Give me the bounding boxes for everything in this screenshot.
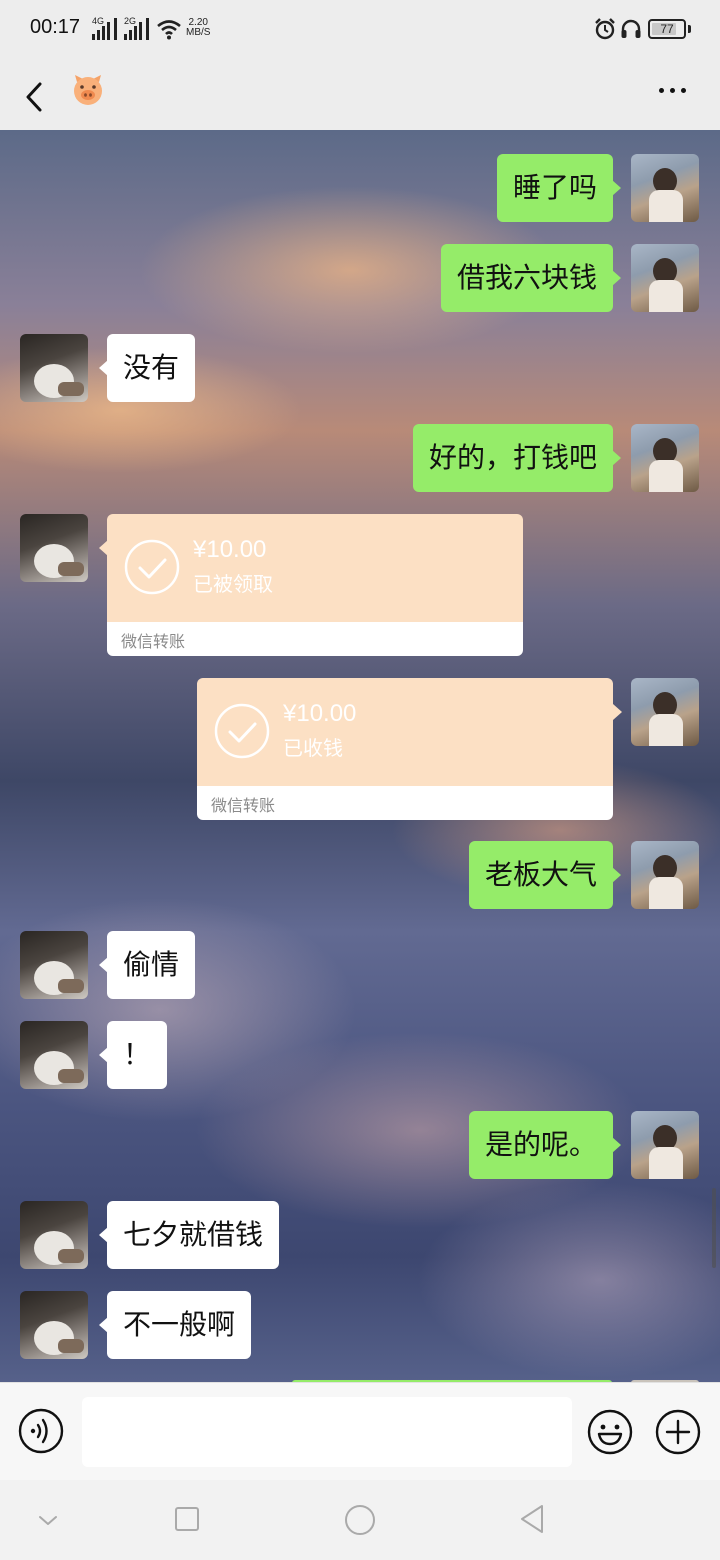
contact-message-bubble[interactable]: ！ bbox=[98, 1021, 168, 1089]
contact-avatar[interactable] bbox=[20, 514, 88, 582]
status-bar: 00:17 4G 2G 2.20 MB/S 77 bbox=[0, 0, 720, 62]
recent-apps-button[interactable] bbox=[172, 1504, 202, 1534]
system-back-button[interactable] bbox=[516, 1502, 550, 1536]
wechat-transfer-card[interactable]: ¥10.00 已被领取 微信转账 bbox=[107, 514, 523, 656]
pig-emoji-icon bbox=[74, 75, 102, 105]
my-avatar[interactable] bbox=[631, 841, 699, 909]
my-avatar[interactable] bbox=[631, 678, 699, 746]
my-message-bubble[interactable]: 借我六块钱 bbox=[440, 244, 622, 312]
alarm-icon bbox=[595, 18, 615, 40]
battery-level: 77 bbox=[660, 22, 674, 36]
transfer-label: 微信转账 bbox=[211, 796, 276, 815]
message-text-input[interactable] bbox=[82, 1397, 572, 1467]
my-message-bubble[interactable]: 老板大气 bbox=[468, 841, 622, 909]
network-speed: 2.20 MB/S bbox=[186, 18, 210, 38]
message-input-bar bbox=[0, 1382, 720, 1480]
wifi-icon bbox=[157, 20, 181, 40]
chat-messages-area[interactable]: 睡了吗 借我六块钱 没有 好的，打钱吧 ¥10.00 已被领取 微信转账 ¥10… bbox=[0, 130, 720, 1382]
more-dot bbox=[669, 87, 675, 93]
system-navigation-bar bbox=[0, 1480, 720, 1560]
contact-avatar[interactable] bbox=[20, 931, 88, 999]
my-message-bubble[interactable]: 是的呢。 bbox=[468, 1111, 622, 1179]
more-dot bbox=[680, 87, 686, 93]
transfer-status: 已被领取 bbox=[193, 572, 273, 596]
battery-icon: 77 bbox=[648, 19, 686, 39]
bubble-tail bbox=[613, 704, 622, 720]
transfer-card-footer: 微信转账 bbox=[197, 786, 613, 820]
more-functions-button[interactable] bbox=[654, 1408, 702, 1456]
wechat-transfer-card[interactable]: ¥10.00 已收钱 微信转账 bbox=[197, 678, 613, 820]
contact-message-bubble[interactable]: 没有 bbox=[98, 334, 196, 402]
signal-4g-icon: 4G bbox=[92, 16, 117, 40]
more-dot bbox=[658, 87, 664, 93]
contact-message-bubble[interactable]: 七夕就借钱 bbox=[98, 1201, 280, 1269]
contact-message-bubble[interactable]: 偷情 bbox=[98, 931, 196, 999]
my-avatar[interactable] bbox=[631, 244, 699, 312]
home-button[interactable] bbox=[342, 1502, 378, 1538]
speed-unit: MB/S bbox=[186, 27, 211, 38]
contact-avatar[interactable] bbox=[20, 1021, 88, 1089]
transfer-card-footer: 微信转账 bbox=[107, 622, 523, 656]
transfer-card-body: ¥10.00 已被领取 bbox=[107, 514, 523, 622]
transfer-card-body: ¥10.00 已收钱 bbox=[197, 678, 613, 786]
my-avatar[interactable] bbox=[631, 154, 699, 222]
chat-scrollbar[interactable] bbox=[712, 1188, 716, 1268]
contact-avatar[interactable] bbox=[20, 1201, 88, 1269]
status-time: 00:17 bbox=[30, 16, 81, 38]
sim2-label: 2G bbox=[124, 16, 137, 26]
sim1-label: 4G bbox=[92, 16, 105, 26]
hide-keyboard-button[interactable] bbox=[36, 1508, 60, 1532]
transfer-amount: ¥10.00 bbox=[193, 536, 267, 563]
signal-2g-icon: 2G bbox=[124, 16, 149, 40]
transfer-amount: ¥10.00 bbox=[283, 700, 357, 727]
chat-header bbox=[0, 62, 720, 130]
my-avatar[interactable] bbox=[631, 424, 699, 492]
transfer-label: 微信转账 bbox=[121, 632, 186, 651]
contact-avatar[interactable] bbox=[20, 334, 88, 402]
headset-icon bbox=[621, 19, 641, 38]
transfer-status: 已收钱 bbox=[283, 736, 343, 760]
back-button[interactable] bbox=[18, 72, 58, 120]
contact-message-bubble[interactable]: 不一般啊 bbox=[98, 1291, 252, 1359]
more-options-button[interactable] bbox=[650, 80, 694, 100]
my-message-bubble[interactable]: 睡了吗 bbox=[496, 154, 622, 222]
check-circle-icon bbox=[124, 539, 180, 595]
battery-tip bbox=[688, 25, 691, 33]
emoji-button[interactable] bbox=[586, 1408, 634, 1456]
contact-avatar[interactable] bbox=[20, 1291, 88, 1359]
my-avatar[interactable] bbox=[631, 1111, 699, 1179]
voice-input-button[interactable] bbox=[18, 1408, 64, 1454]
check-circle-icon bbox=[214, 703, 270, 759]
my-message-bubble[interactable]: 好的，打钱吧 bbox=[412, 424, 622, 492]
